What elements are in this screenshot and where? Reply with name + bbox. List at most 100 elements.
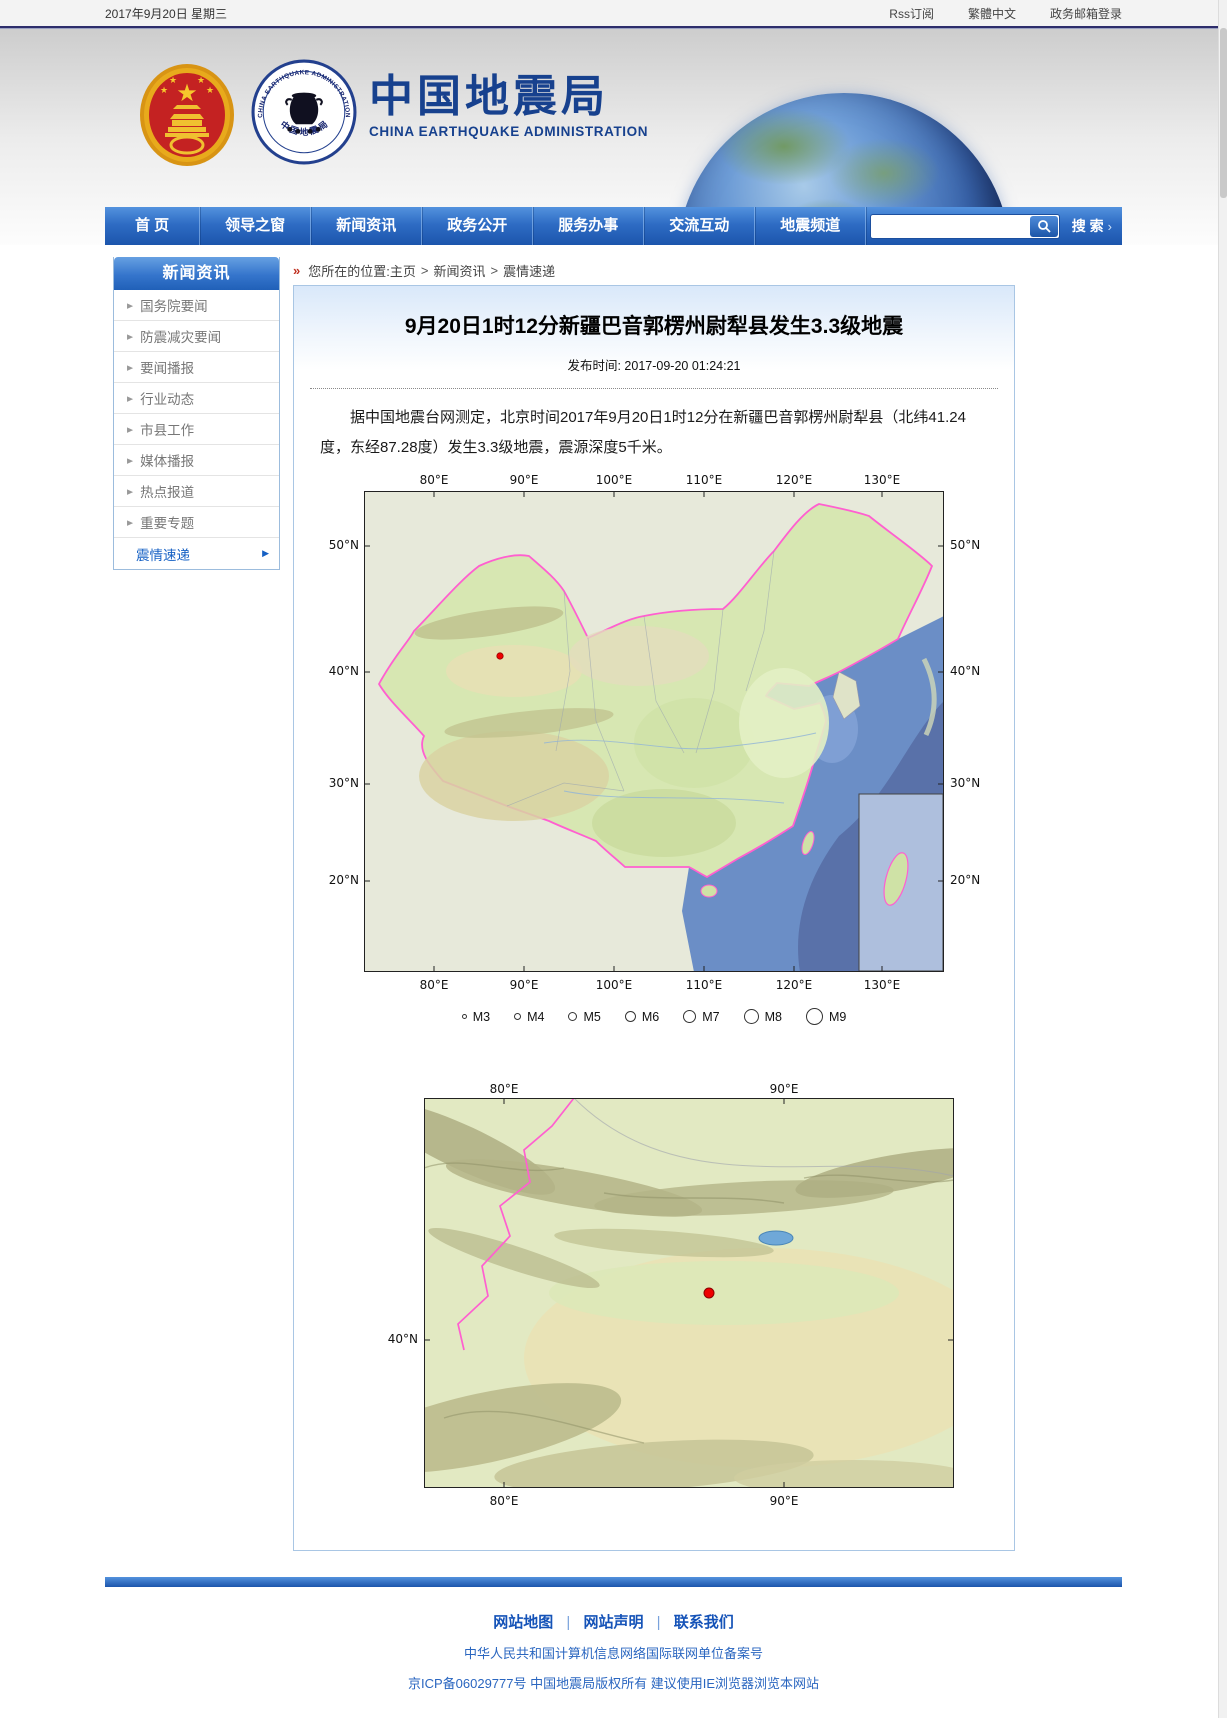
breadcrumb-current-page[interactable]: 震情速递 [503,261,555,280]
nav-item-earthquake-channel[interactable]: 地震频道 [755,207,867,245]
nav-item-gov-affairs[interactable]: 政务公开 [422,207,534,245]
magnitude-circle-icon [624,1011,636,1022]
legend-label: M3 [472,1009,491,1024]
search-button[interactable] [1029,215,1058,237]
legend-label: M5 [583,1009,601,1024]
axis-label: 90°E [509,473,539,487]
axis-label: 20°N [950,873,981,887]
magnitude-circle-icon [568,1012,578,1021]
axis-label: 130°E [863,978,901,992]
breadcrumb-news-link[interactable]: 新闻资讯 [433,261,485,280]
breadcrumb-home-link[interactable]: 主页 [390,261,416,280]
sidebar-item-label: 国务院要闻 [140,299,208,314]
footer-separator: | [566,1614,571,1631]
axis-label: 30°N [328,776,359,790]
svg-text:★: ★ [169,76,177,86]
publish-time: 发布时间: 2017-09-20 01:24:21 [567,359,741,373]
search-label[interactable]: 搜 索 [1072,216,1104,236]
nav-item-interaction[interactable]: 交流互动 [644,207,756,245]
sidebar-item-disaster-reduction-news[interactable]: ▶ 防震减灾要闻 [114,321,279,352]
svg-text:★: ★ [176,79,198,107]
axis-label: 40°N [328,664,359,678]
magnitude-circle-icon [514,1013,522,1020]
main-navbar: 首 页 领导之窗 新闻资讯 政务公开 服务办事 交流互动 地震频道 搜 索 › [105,207,1122,245]
legend-label: M7 [702,1009,720,1024]
site-title-cn: 中国地震局 [369,72,609,121]
axis-label: 110°E [685,978,723,992]
legend-label: M8 [764,1009,782,1024]
region-terrain-map-svg [424,1098,954,1488]
axis-label: 100°E [595,978,633,992]
magnitude-circle-icon [743,1009,759,1024]
magnitude-legend: M3 M4 M5 M6 M7 M8 M9 [319,1008,989,1025]
site-header: ★ ★ ★ ★ ★ CHINA EARTHQUAKE ADMINISTRATIO… [0,29,1227,207]
chevron-right-icon: ▶ [127,486,134,496]
axis-label: 110°E [685,473,723,487]
chevron-right-icon: ▶ [127,517,134,527]
axis-label: 40°N [387,1332,418,1346]
axis-label: 90°E [509,978,539,992]
gov-mail-login-link[interactable]: 政务邮箱登录 [1050,5,1122,22]
scrollbar-thumb[interactable] [1220,28,1227,198]
svg-text:★: ★ [160,86,168,96]
sidebar-item-label: 行业动态 [140,392,195,407]
svg-text:★: ★ [206,86,214,96]
svg-text:★: ★ [197,76,205,86]
footer-divider-bar [105,1577,1122,1587]
nav-item-services[interactable]: 服务办事 [533,207,645,245]
article-body-text: 据中国地震台网测定，北京时间2017年9月20日1时12分在新疆巴音郭楞州尉犁县… [320,409,966,456]
chevron-right-icon: ▶ [127,455,134,465]
footer-separator: | [656,1614,661,1631]
sidebar-item-news-broadcast[interactable]: ▶ 要闻播报 [114,352,279,383]
scrollbar[interactable] [1218,0,1227,1718]
axis-label: 50°N [950,538,981,552]
sidebar-item-label: 重要专题 [140,516,195,531]
regional-epicenter-map: 80°E 90°E 40°N 80°E 90°E [354,1082,954,1520]
footer-statement-link[interactable]: 网站声明 [583,1614,643,1631]
dotted-divider [310,388,998,389]
axis-label: 30°N [950,776,981,790]
traditional-chinese-link[interactable]: 繁體中文 [968,5,1016,22]
breadcrumb-separator: > [490,262,499,278]
sidebar-item-earthquake-express-active[interactable]: 震情速递 ▶ [114,538,279,569]
article-title: 9月20日1时12分新疆巴音郭楞州尉犁县发生3.3级地震 [404,315,904,338]
sidebar-news-menu: 新闻资讯 ▶ 国务院要闻 ▶ 防震减灾要闻 ▶ 要闻播报 ▶ 行业动态 ▶ 市县… [113,257,280,570]
legend-label: M6 [641,1009,660,1024]
magnitude-circle-icon [461,1014,467,1019]
footer-contact-link[interactable]: 联系我们 [674,1614,734,1631]
axis-label: 90°E [769,1082,799,1096]
sidebar-item-label: 市县工作 [140,423,195,438]
axis-label: 50°N [328,538,359,552]
sidebar-item-industry-trends[interactable]: ▶ 行业动态 [114,383,279,414]
axis-label: 90°E [769,1494,799,1508]
chevron-right-icon: ▶ [127,362,134,372]
rss-link[interactable]: Rss订阅 [889,5,934,22]
footer-sitemap-link[interactable]: 网站地图 [493,1614,553,1631]
chevron-right-icon: ▶ [127,424,134,434]
chevron-right-icon: ▶ [127,331,134,341]
axis-label: 80°E [489,1082,519,1096]
nav-item-home[interactable]: 首 页 [105,207,201,245]
axis-label: 120°E [775,473,813,487]
axis-label: 120°E [775,978,813,992]
sidebar-item-state-council-news[interactable]: ▶ 国务院要闻 [114,290,279,321]
site-title-en: CHINA EARTHQUAKE ADMINISTRATION [369,124,649,140]
sidebar-item-hot-reports[interactable]: ▶ 热点报道 [114,476,279,507]
nav-item-news[interactable]: 新闻资讯 [311,207,423,245]
sidebar-item-important-topics[interactable]: ▶ 重要专题 [114,507,279,538]
china-terrain-map-svg [364,491,944,972]
sidebar-item-label: 要闻播报 [140,361,195,376]
breadcrumb: » 您所在的位置: 主页 > 新闻资讯 > 震情速递 [293,257,1015,283]
breadcrumb-marker-icon: » [293,262,301,278]
article-container: 9月20日1时12分新疆巴音郭楞州尉犁县发生3.3级地震 发布时间: 2017-… [293,285,1015,1551]
breadcrumb-prefix: 您所在的位置: [308,263,390,279]
epicenter-marker [703,1287,715,1299]
footer-copyright-line: 京ICP备06029777号 中国地震局版权所有 建议使用IE浏览器浏览本网站 [407,1676,820,1691]
top-utility-bar: 2017年9月20日 星期三 Rss订阅 繁體中文 政务邮箱登录 [0,0,1227,26]
sidebar-item-city-county-work[interactable]: ▶ 市县工作 [114,414,279,445]
nav-item-leadership[interactable]: 领导之窗 [200,207,312,245]
chevron-right-icon: ▶ [262,548,269,558]
national-emblem: ★ ★ ★ ★ ★ [140,64,234,166]
breadcrumb-separator: > [420,262,429,278]
sidebar-item-media-broadcast[interactable]: ▶ 媒体播报 [114,445,279,476]
